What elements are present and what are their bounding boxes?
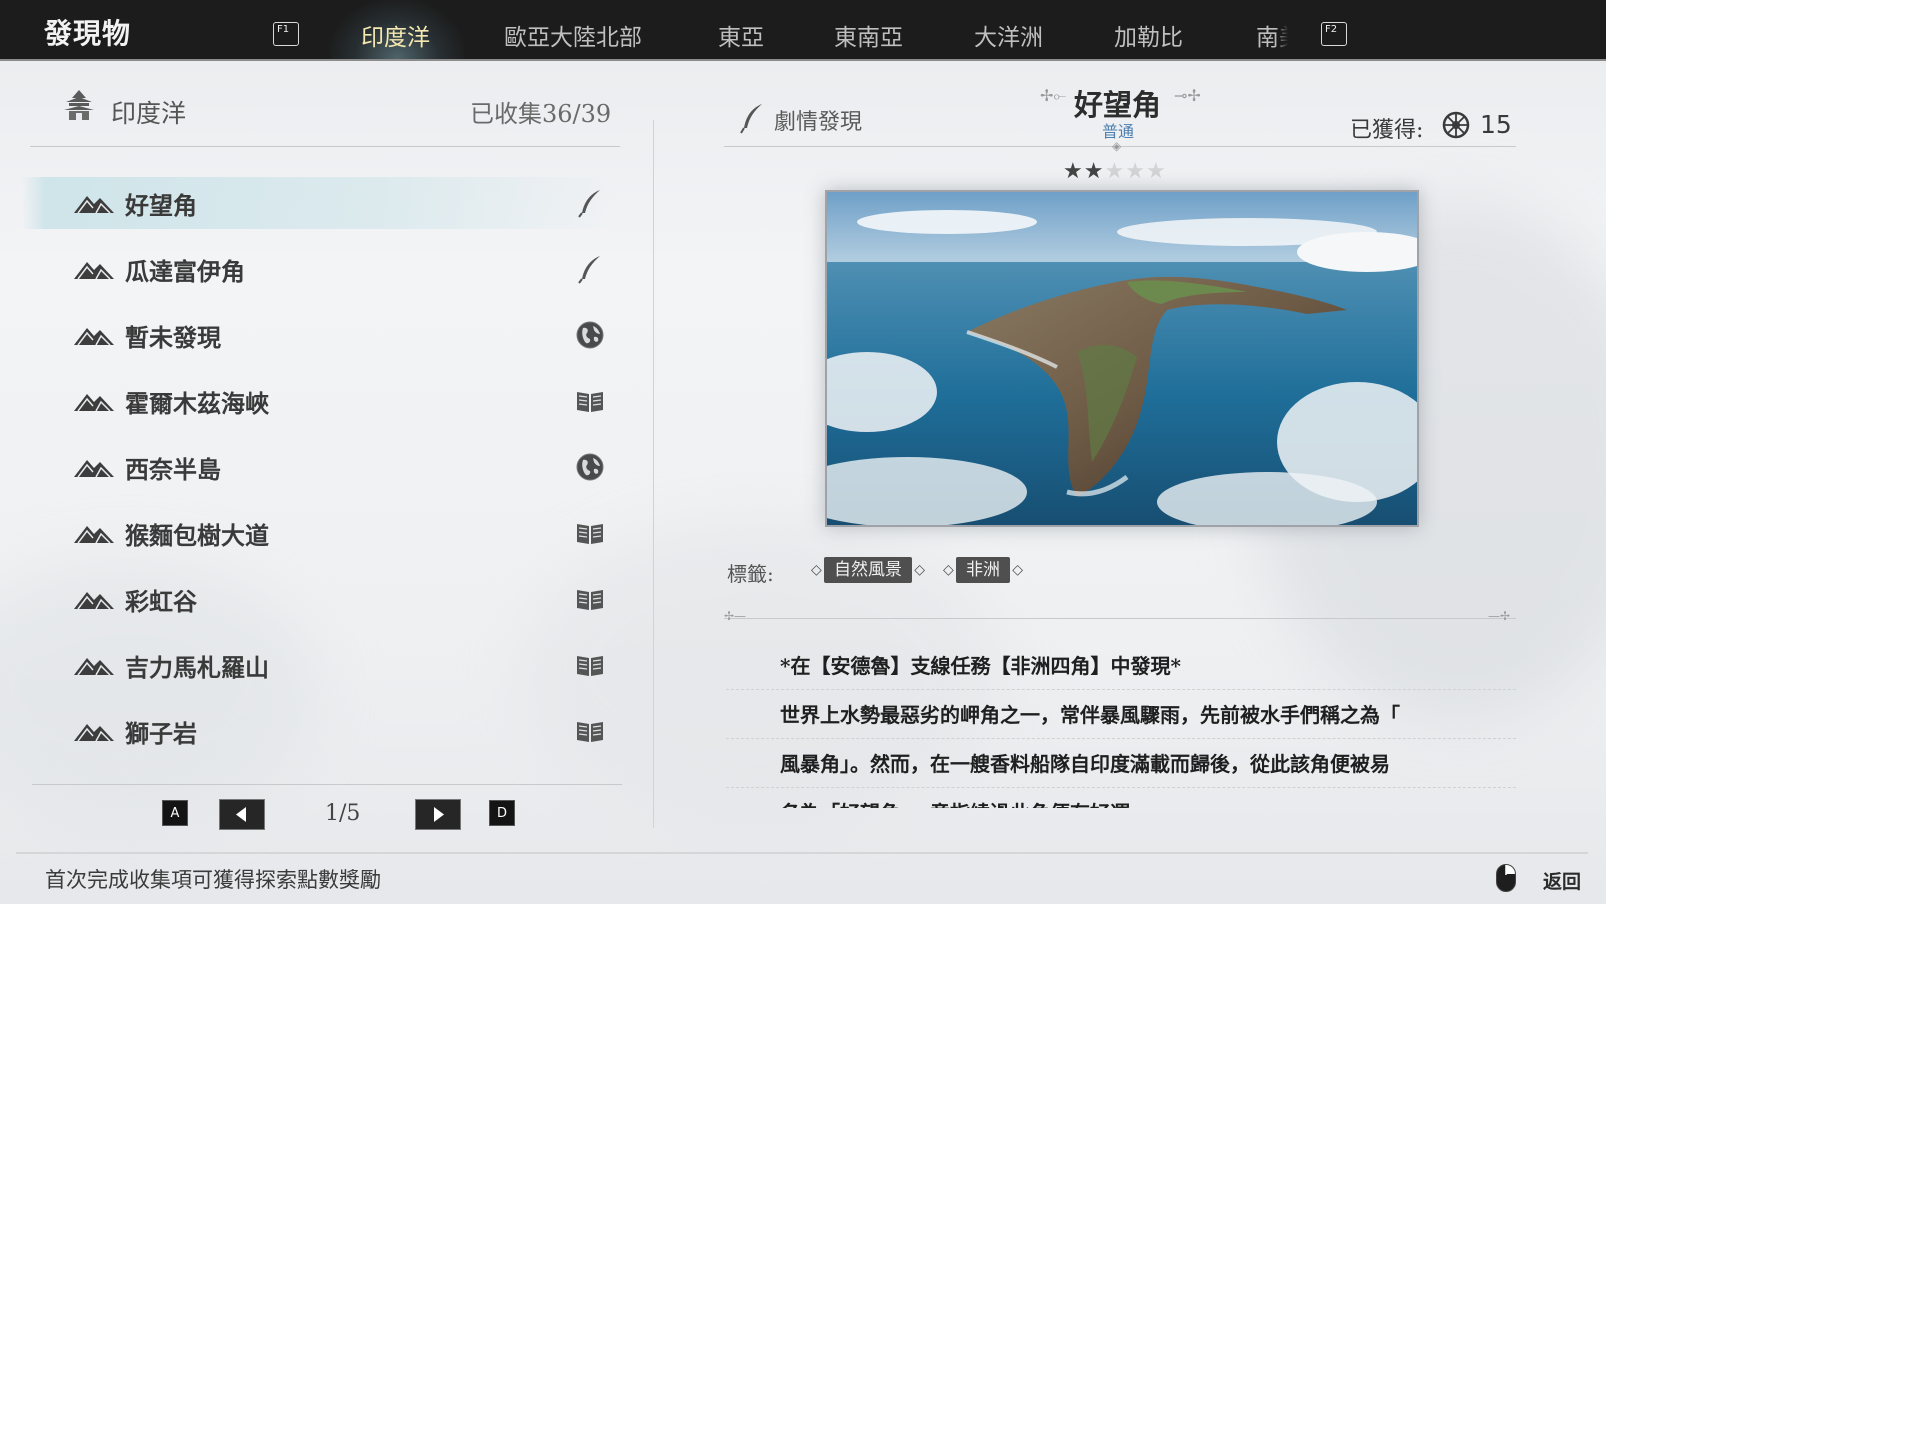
mouse-icon xyxy=(1496,864,1516,892)
description-line: 風暴角」。然而，在一艘香料船隊自印度滿載而歸後，從此該角便被易 xyxy=(726,738,1516,788)
discovery-list-item[interactable]: 暫未發現 xyxy=(22,309,620,361)
next-page-button[interactable] xyxy=(415,799,461,830)
discovery-list-item[interactable]: 彩虹谷 xyxy=(22,573,620,625)
discovery-list-item[interactable]: 瓜達富伊角 xyxy=(22,243,620,295)
d-key-hint[interactable]: D xyxy=(489,800,515,826)
description-text: 世界上水勢最惡劣的岬角之一，常伴暴風驟雨，先前被水手們稱之為「 xyxy=(780,703,1400,727)
tab-southeast-asia[interactable]: 東南亞 xyxy=(834,18,903,52)
description-text: 風暴角」。然而，在一艘香料船隊自印度滿載而歸後，從此該角便被易 xyxy=(780,752,1390,776)
f1-key-hint[interactable]: F1 xyxy=(273,22,299,46)
discovery-item-label: 瓜達富伊角 xyxy=(125,257,245,286)
globe-icon xyxy=(576,321,604,349)
discovery-item-label: 霍爾木茲海峽 xyxy=(125,389,269,418)
mountain-icon xyxy=(74,592,114,609)
divider-ornament-left: ✢— xyxy=(724,609,747,623)
arrow-right-icon xyxy=(434,807,444,822)
discovery-list-item[interactable]: 獅子岩 xyxy=(22,705,620,757)
compass-icon xyxy=(1442,111,1470,139)
footer-divider xyxy=(16,852,1588,854)
back-button[interactable]: 返回 xyxy=(1543,867,1581,894)
arrow-left-icon xyxy=(236,807,246,822)
feather-icon xyxy=(578,256,600,284)
globe-icon xyxy=(576,453,604,481)
star-rating: ★★★★★ xyxy=(1063,159,1167,184)
obtained-label: 已獲得: xyxy=(1350,118,1424,143)
tags-label: 標籤: xyxy=(727,562,774,586)
page-indicator: 1/5 xyxy=(325,801,361,826)
feather-icon xyxy=(740,104,762,134)
tab-east-asia[interactable]: 東亞 xyxy=(718,18,764,52)
discovery-category: 劇情發現 xyxy=(774,110,863,135)
discovery-item-label: 吉力馬札羅山 xyxy=(125,653,269,682)
book-icon xyxy=(577,656,603,676)
star-empty-icon: ★ xyxy=(1104,159,1126,184)
description-line: 名為「好望角」，意指繞過此角便有好運 xyxy=(726,787,1516,808)
book-icon xyxy=(577,392,603,412)
discovery-list-item[interactable]: 吉力馬札羅山 xyxy=(22,639,620,691)
divider-ornament: ◈ xyxy=(1112,139,1122,153)
panel-divider xyxy=(653,120,654,828)
reward-hint: 首次完成收集項可獲得探索點數獎勵 xyxy=(45,868,381,892)
title-ornament-right: ⊸✢ xyxy=(1174,86,1201,105)
star-filled-icon: ★ xyxy=(1063,159,1084,184)
discovery-image xyxy=(825,190,1419,527)
tag-africa: 非洲 xyxy=(943,557,1023,583)
book-icon xyxy=(577,590,603,610)
title-ornament-left: ✢⟜ xyxy=(1040,86,1067,105)
star-empty-icon: ★ xyxy=(1145,159,1167,184)
tab-oceania[interactable]: 大洋洲 xyxy=(974,18,1043,52)
discovery-item-label: 暫未發現 xyxy=(125,323,221,352)
mountain-icon xyxy=(74,328,114,345)
tab-south-america-label: 南美 xyxy=(1256,25,1288,51)
feather-icon xyxy=(578,190,600,218)
collected-count: 已收集36/39 xyxy=(470,100,612,128)
discovery-item-label: 西奈半島 xyxy=(125,455,221,484)
top-bar: 發現物 F1 印度洋 歐亞大陸北部 東亞 東南亞 大洋洲 加勒比 南美 F2 xyxy=(0,0,1606,61)
description-line: *在【安德魯】支線任務【非洲四角】中發現* xyxy=(726,640,1516,690)
discovery-screen: 發現物 F1 印度洋 歐亞大陸北部 東亞 東南亞 大洋洲 加勒比 南美 F2 印… xyxy=(0,0,1606,904)
cape-landscape-illustration xyxy=(827,192,1417,525)
obtained-points: 15 xyxy=(1480,110,1512,139)
mountain-icon xyxy=(74,394,114,411)
left-header-divider xyxy=(30,146,620,147)
divider-ornament-right: —✢ xyxy=(1488,609,1511,623)
tag-nature-scenery: 自然風景 xyxy=(811,557,925,583)
description-box: *在【安德魯】支線任務【非洲四角】中發現* 世界上水勢最惡劣的岬角之一，常伴暴風… xyxy=(726,640,1516,808)
discovery-list-item[interactable]: 好望角 xyxy=(22,177,620,229)
f2-key-hint[interactable]: F2 xyxy=(1321,22,1347,46)
mountain-icon xyxy=(74,196,114,213)
discovery-list-item[interactable]: 猴麵包樹大道 xyxy=(22,507,620,559)
discovery-item-label: 彩虹谷 xyxy=(125,587,197,616)
book-icon xyxy=(577,722,603,742)
region-title: 印度洋 xyxy=(111,99,187,128)
discovery-item-label: 好望角 xyxy=(125,191,197,220)
mountain-icon xyxy=(74,460,114,477)
prev-page-button[interactable] xyxy=(219,799,265,830)
discovery-list-item[interactable]: 霍爾木茲海峽 xyxy=(22,375,620,427)
tab-caribbean[interactable]: 加勒比 xyxy=(1114,18,1183,52)
discovery-item-label: 獅子岩 xyxy=(125,719,197,748)
app-title: 發現物 xyxy=(44,17,132,50)
tab-northern-eurasia[interactable]: 歐亞大陸北部 xyxy=(504,18,642,52)
star-empty-icon: ★ xyxy=(1125,159,1146,184)
tab-south-america[interactable]: 南美 xyxy=(1256,18,1288,52)
description-line: 世界上水勢最惡劣的岬角之一，常伴暴風驟雨，先前被水手們稱之為「 xyxy=(726,689,1516,739)
list-bottom-divider xyxy=(32,784,622,785)
description-text: *在【安德魯】支線任務【非洲四角】中發現* xyxy=(780,654,1181,678)
mountain-icon xyxy=(74,262,114,279)
mountain-icon xyxy=(74,658,114,675)
description-divider xyxy=(724,618,1516,619)
pagoda-icon xyxy=(64,90,94,120)
star-filled-icon: ★ xyxy=(1083,159,1105,184)
a-key-hint[interactable]: A xyxy=(162,800,188,826)
tab-indian-ocean[interactable]: 印度洋 xyxy=(361,18,430,52)
mountain-icon xyxy=(74,724,114,741)
discovery-list-item[interactable]: 西奈半島 xyxy=(22,441,620,493)
description-text: 名為「好望角」，意指繞過此角便有好運 xyxy=(780,797,1130,808)
mountain-icon xyxy=(74,526,114,543)
book-icon xyxy=(577,524,603,544)
discovery-item-label: 猴麵包樹大道 xyxy=(125,521,269,550)
